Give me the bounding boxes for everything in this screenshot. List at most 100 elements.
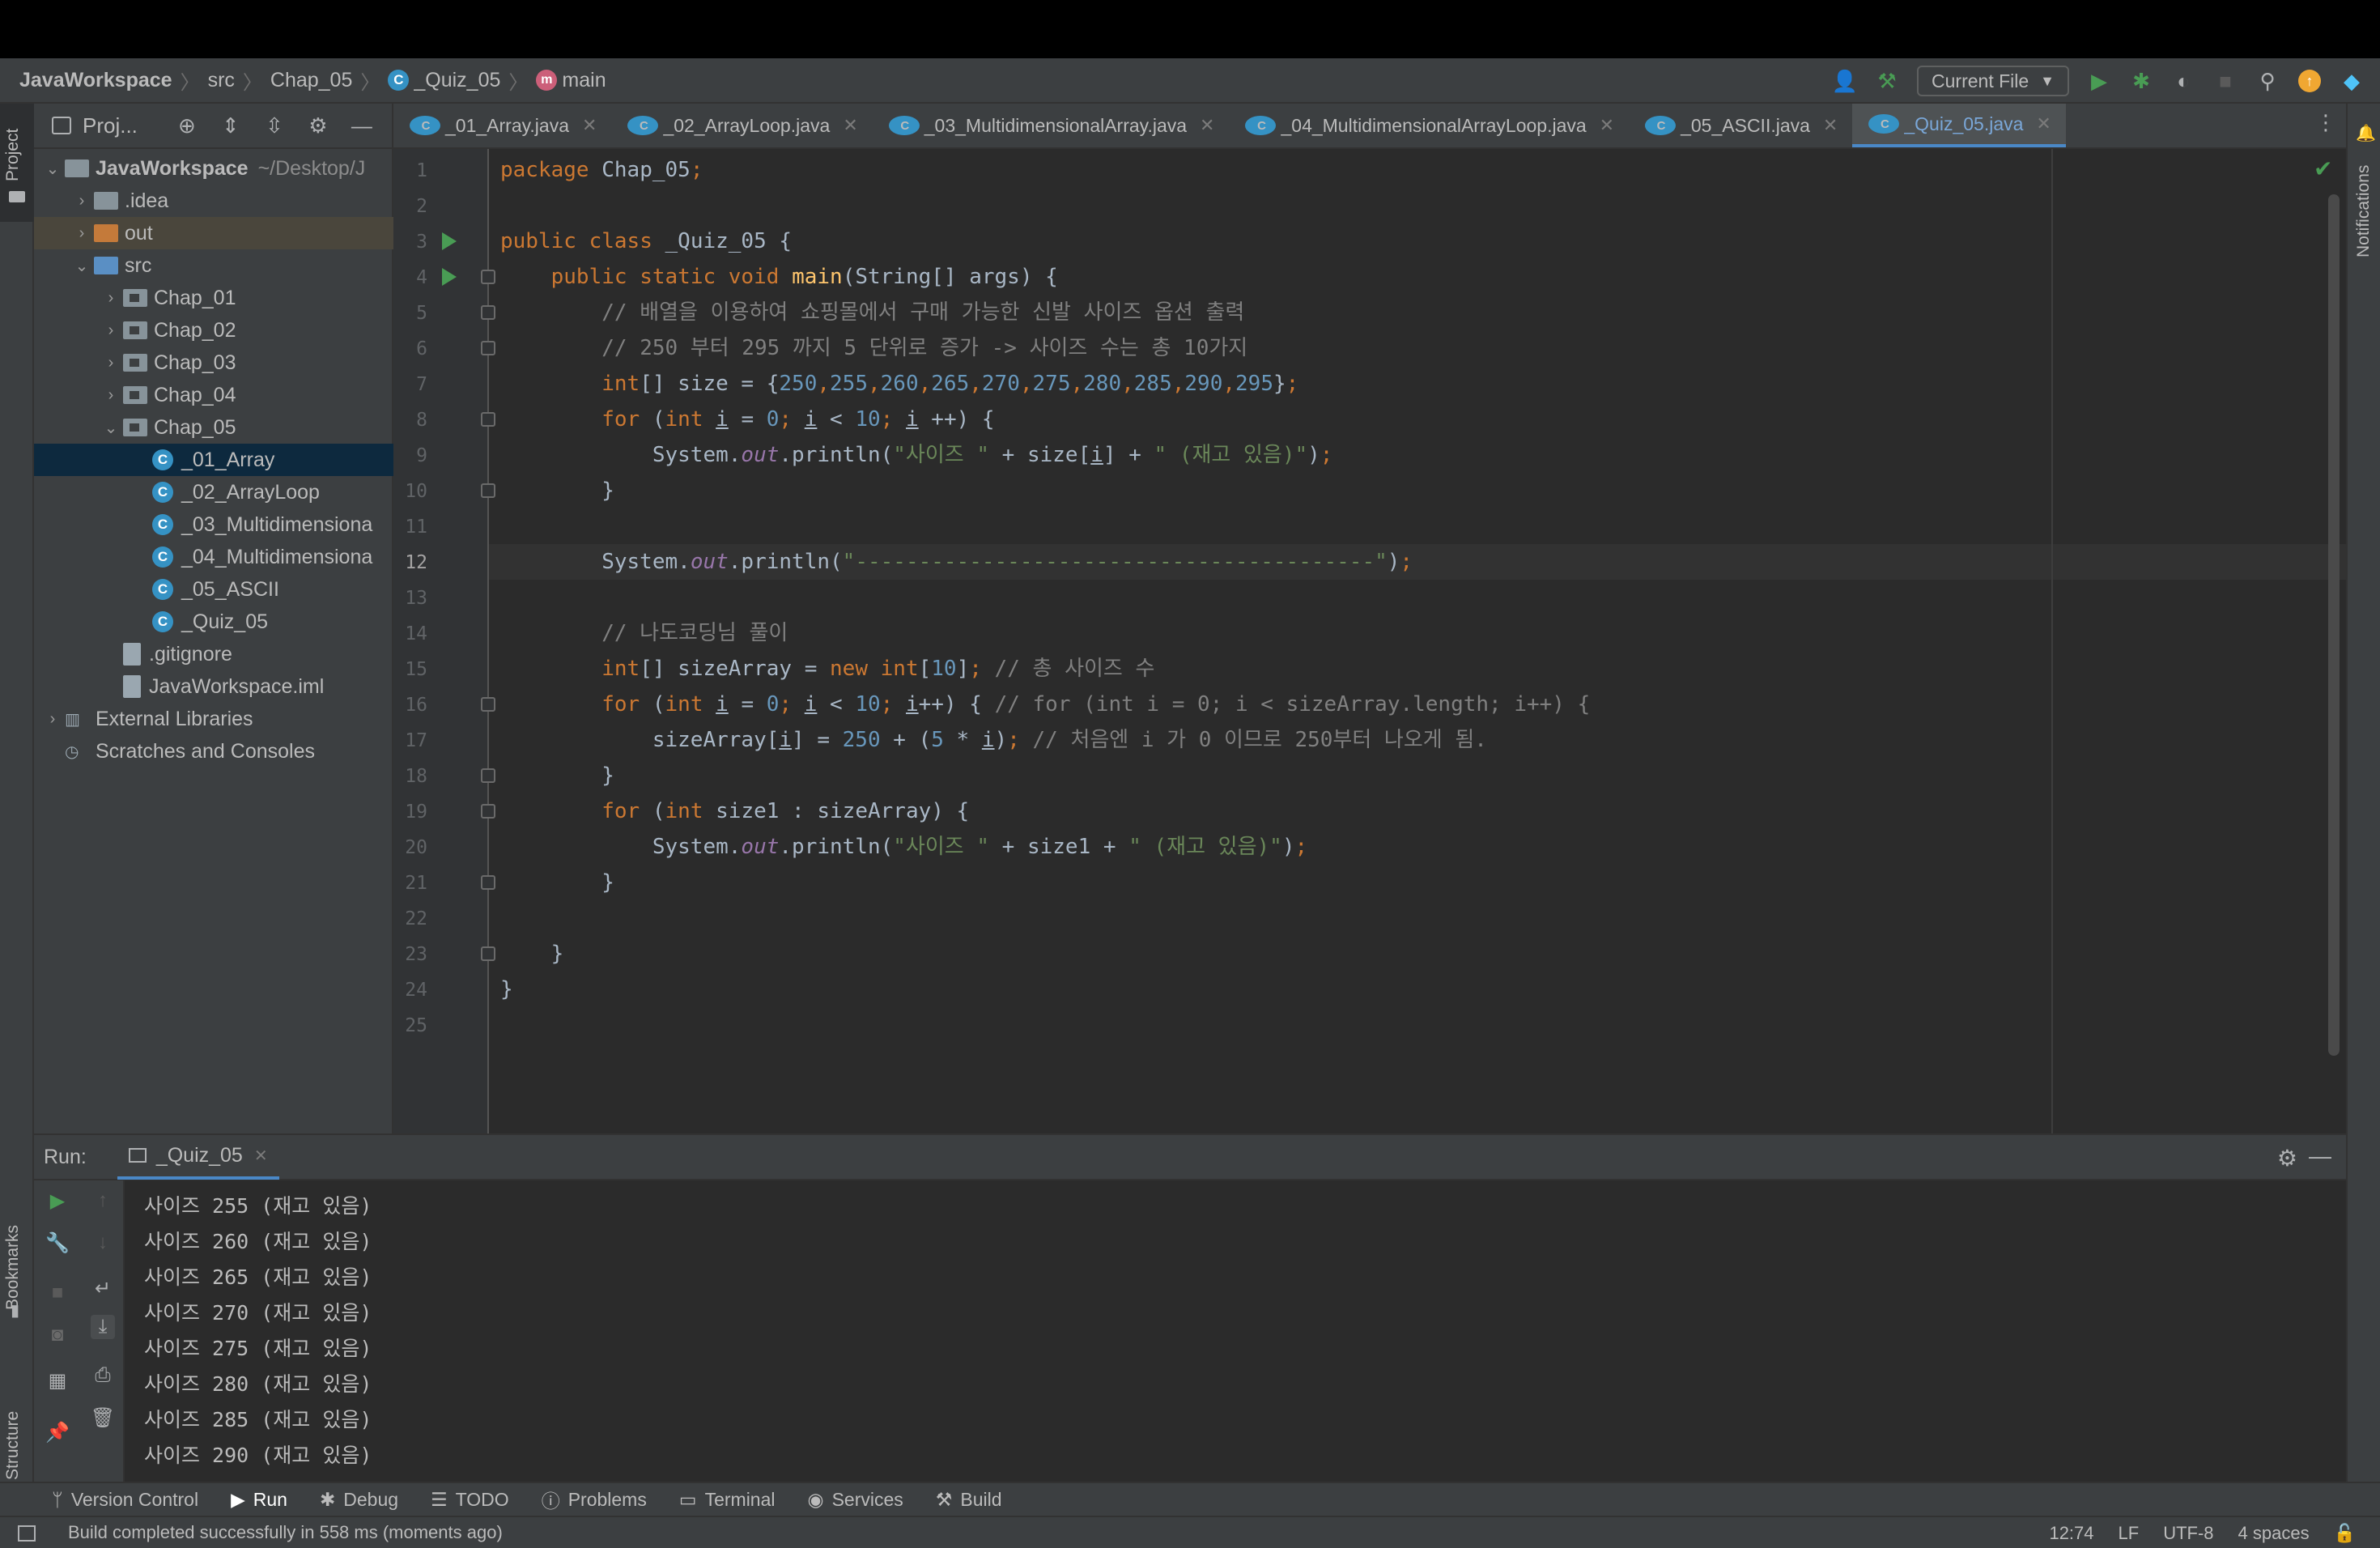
close-icon[interactable]: ✕ <box>1600 115 1614 136</box>
chevron-right-icon[interactable]: › <box>99 354 123 372</box>
minimize-icon[interactable]: — <box>350 113 374 138</box>
close-icon[interactable]: ✕ <box>2036 113 2051 134</box>
editor-tab[interactable]: C _03_MultidimensionalArray.java ✕ <box>873 104 1230 147</box>
tree-item[interactable]: › Chap_02 <box>34 314 393 347</box>
editor-tab[interactable]: C _05_ASCII.java ✕ <box>1629 104 1852 147</box>
bottom-tab-debug[interactable]: ✱ Debug <box>320 1489 398 1511</box>
soft-wrap-icon[interactable]: ↵ <box>91 1276 115 1300</box>
tree-item[interactable]: ◷ Scratches and Consoles <box>34 735 393 768</box>
arrow-down-icon[interactable]: ↓ <box>91 1231 115 1255</box>
chevron-right-icon[interactable]: › <box>99 321 123 340</box>
arrow-up-icon[interactable]: ↑ <box>91 1189 115 1213</box>
tree-item[interactable]: C _03_Multidimensiona <box>34 508 393 541</box>
chevron-right-icon[interactable]: › <box>70 224 94 243</box>
tree-item[interactable]: ⌄ JavaWorkspace ~/Desktop/J <box>34 152 393 185</box>
chevron-right-icon[interactable]: › <box>40 710 65 729</box>
rerun-icon[interactable]: ▶ <box>45 1189 70 1213</box>
code-editor[interactable]: 1 2 3 4 5 6 7 8 9 10 11 12 13 14 15 16 17 18 19 20 21 22 23 24 2… <box>393 149 2346 1133</box>
bottom-tab-problems[interactable]: ⓘ Problems <box>542 1486 647 1513</box>
code-line[interactable]: sizeArray[i] = 250 + (5 * i); // 처음엔 i 가… <box>500 722 1487 758</box>
expand-all-icon[interactable]: ⇕ <box>219 113 243 138</box>
run-gutter-icon[interactable] <box>442 232 457 250</box>
project-tool-label[interactable]: Project <box>3 129 23 181</box>
chevron-right-icon[interactable]: › <box>99 289 123 308</box>
tree-item[interactable]: › out <box>34 217 393 249</box>
code-area[interactable]: package Chap_05; public class _Quiz_05 { … <box>489 149 2346 1133</box>
editor-tab[interactable]: C _04_MultidimensionalArrayLoop.java ✕ <box>1229 104 1629 147</box>
tree-item[interactable]: C _05_ASCII <box>34 573 393 606</box>
coverage-icon[interactable]: ◐ <box>2171 69 2195 93</box>
bottom-tab-version-control[interactable]: ᛘ Version Control <box>52 1489 198 1511</box>
status-icon[interactable] <box>18 1525 36 1542</box>
close-icon[interactable]: ✕ <box>1823 115 1838 136</box>
bookmarks-tool-label[interactable]: Bookmarks <box>3 1225 23 1310</box>
chevron-right-icon[interactable]: › <box>70 192 94 211</box>
breadcrumb-project[interactable]: JavaWorkspace <box>19 69 172 92</box>
code-line[interactable]: System.out.println("사이즈 " + size[i] + " … <box>500 437 1333 473</box>
code-line[interactable]: } <box>500 865 614 900</box>
tree-item[interactable]: C _Quiz_05 <box>34 606 393 638</box>
code-line[interactable]: } <box>500 758 614 793</box>
code-line[interactable]: System.out.println("사이즈 " + size1 + " (재… <box>500 829 1307 865</box>
hammer-icon[interactable]: ⚒ <box>1875 69 1899 93</box>
lock-icon[interactable]: 🔓 <box>2334 1523 2356 1544</box>
chevron-right-icon[interactable]: › <box>99 386 123 405</box>
bottom-tab-todo[interactable]: ☰ TODO <box>431 1489 509 1511</box>
tree-item[interactable]: C _01_Array <box>34 444 393 476</box>
chevron-down-icon[interactable]: ⌄ <box>70 256 94 276</box>
tree-item[interactable]: › ▥ External Libraries <box>34 703 393 735</box>
print-icon[interactable]: ⎙ <box>91 1363 115 1388</box>
bottom-tab-build[interactable]: ⚒ Build <box>936 1489 1002 1511</box>
tree-item[interactable]: JavaWorkspace.iml <box>34 670 393 703</box>
editor-scrollbar[interactable] <box>2328 194 2340 1056</box>
tree-item[interactable]: › .idea <box>34 185 393 217</box>
pin-icon[interactable]: 📌 <box>45 1420 70 1444</box>
run-gutter-icon[interactable] <box>442 268 457 286</box>
code-line[interactable]: for (int size1 : sizeArray) { <box>500 793 969 829</box>
close-icon[interactable]: ✕ <box>582 115 597 136</box>
gear-icon[interactable]: ⚙ <box>2277 1145 2297 1172</box>
structure-tool-label[interactable]: Structure <box>3 1411 23 1480</box>
tree-item[interactable]: ⌄ Chap_05 <box>34 411 393 444</box>
debug-icon[interactable]: ✱ <box>2129 69 2153 93</box>
more-tabs-icon[interactable]: ⋮ <box>2315 110 2336 135</box>
code-line[interactable]: int[] size = {250,255,260,265,270,275,28… <box>500 366 1298 402</box>
tree-item[interactable]: ⌄ src <box>34 249 393 282</box>
stop-icon[interactable]: ■ <box>45 1281 70 1305</box>
tree-item[interactable]: C _02_ArrayLoop <box>34 476 393 508</box>
update-icon[interactable]: ↑ <box>2297 69 2322 93</box>
editor-tab[interactable]: C _Quiz_05.java ✕ <box>1852 104 2066 147</box>
run-icon[interactable]: ▶ <box>2087 69 2111 93</box>
minimize-icon[interactable]: — <box>2309 1143 2331 1169</box>
run-tab[interactable]: _Quiz_05 ✕ <box>117 1134 279 1180</box>
tree-item[interactable]: › Chap_03 <box>34 347 393 379</box>
code-line[interactable]: } <box>500 936 564 972</box>
code-line[interactable]: } <box>500 972 513 1007</box>
close-icon[interactable]: ✕ <box>254 1146 268 1166</box>
notifications-tool-label[interactable]: Notifications <box>2354 165 2374 257</box>
code-line[interactable]: package Chap_05; <box>500 152 703 188</box>
code-line[interactable]: public class _Quiz_05 { <box>500 223 792 259</box>
camera-icon[interactable]: ◙ <box>45 1323 70 1347</box>
chevron-down-icon[interactable]: ⌄ <box>99 418 123 438</box>
chevron-down-icon[interactable]: ⌄ <box>40 159 65 179</box>
file-encoding[interactable]: UTF-8 <box>2163 1523 2213 1544</box>
code-line[interactable]: public static void main(String[] args) { <box>500 259 1058 295</box>
breadcrumb-src[interactable]: src <box>208 69 235 92</box>
wrench-icon[interactable]: 🔧 <box>45 1231 70 1255</box>
trash-icon[interactable]: 🗑 <box>91 1406 115 1430</box>
editor-tab[interactable]: C _01_Array.java ✕ <box>393 104 611 147</box>
scroll-to-end-icon[interactable]: ⤓ <box>91 1315 115 1339</box>
indent-setting[interactable]: 4 spaces <box>2238 1523 2310 1544</box>
code-line[interactable]: for (int i = 0; i < 10; i ++) { <box>500 402 994 437</box>
tree-item[interactable]: › Chap_01 <box>34 282 393 314</box>
project-panel-title[interactable]: Proj... <box>83 113 138 138</box>
tree-item[interactable]: › Chap_04 <box>34 379 393 411</box>
breadcrumb-package[interactable]: Chap_05 <box>270 69 352 92</box>
bell-icon[interactable]: 🔔 <box>2356 123 2376 143</box>
code-line[interactable]: } <box>500 473 614 508</box>
bottom-tab-services[interactable]: ◉ Services <box>808 1489 903 1511</box>
tree-item[interactable]: C _04_Multidimensiona <box>34 541 393 573</box>
status-message[interactable]: Build completed successfully in 558 ms (… <box>68 1522 503 1543</box>
user-icon[interactable]: 👤 <box>1832 69 1858 93</box>
